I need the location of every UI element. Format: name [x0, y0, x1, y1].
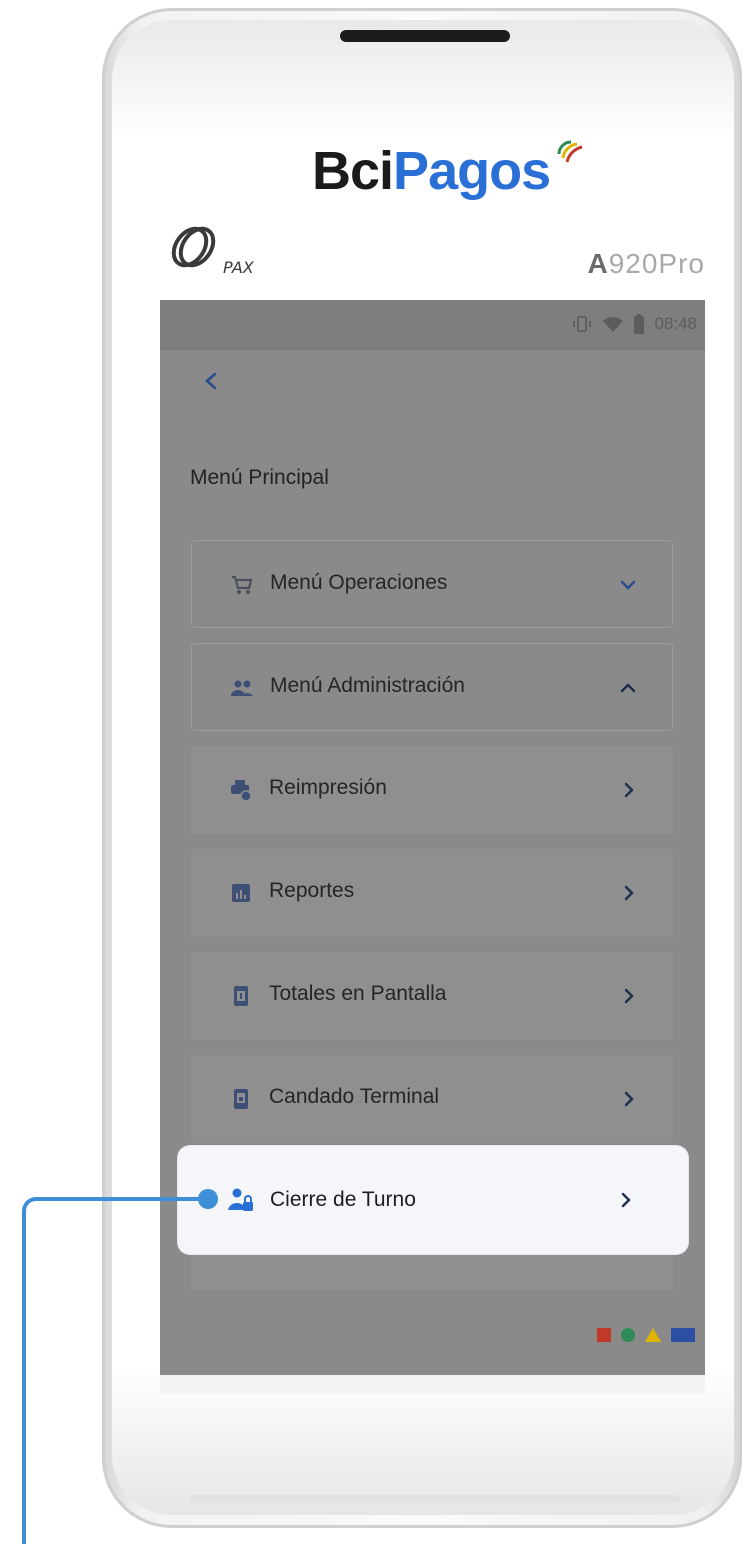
chevron-right-icon [624, 885, 634, 901]
menu-administracion-item[interactable]: Menú Administración [191, 643, 673, 731]
menu-item-label: Totales en Pantalla [269, 982, 447, 1005]
reimpresion-item[interactable]: Reimpresión [191, 746, 673, 834]
list-item [191, 1250, 673, 1290]
device-bottom-edge [190, 1495, 680, 1503]
vibrate-icon [573, 316, 592, 332]
brand-text-bci: Bci [312, 141, 394, 201]
chevron-down-icon [620, 580, 636, 590]
users-icon [231, 680, 253, 696]
printer-icon [231, 780, 252, 802]
bcipagos-logo: BciPagos [312, 140, 551, 202]
signal-wave-icon [557, 140, 583, 163]
screen-bottom-bezel [160, 1375, 705, 1393]
pax-logo: PAX [171, 226, 255, 277]
user-lock-icon [228, 1188, 253, 1211]
chart-icon [232, 884, 250, 902]
yellow-triangle-icon [645, 1328, 661, 1342]
page-title: Menú Principal [190, 466, 329, 489]
callout-pointer-dot [198, 1189, 218, 1209]
menu-item-label: Cierre de Turno [270, 1188, 416, 1211]
brand-shapes [597, 1328, 695, 1342]
battery-icon [634, 314, 645, 334]
chevron-right-icon [624, 988, 634, 1004]
status-bar: 08:48 [160, 300, 705, 350]
device-model: A920Pro [587, 248, 705, 279]
menu-item-label: Candado Terminal [269, 1085, 440, 1108]
status-time: 08:48 [654, 314, 697, 333]
lock-device-icon [234, 1089, 248, 1109]
cart-icon [232, 575, 253, 594]
blue-rectangle-icon [671, 1328, 695, 1342]
menu-item-label: Menú Operaciones [270, 571, 448, 594]
callout-pointer-line [22, 1211, 26, 1544]
chevron-right-icon [624, 1091, 634, 1107]
menu-item-label: Reimpresión [269, 776, 387, 799]
menu-operaciones-item[interactable]: Menú Operaciones [191, 540, 673, 628]
svg-text:PAX: PAX [223, 258, 255, 277]
menu-item-label: Menú Administración [270, 674, 465, 697]
reportes-item[interactable]: Reportes [191, 849, 673, 937]
back-button[interactable] [196, 366, 226, 396]
cierre-de-turno-item[interactable]: Cierre de Turno [178, 1146, 688, 1254]
totales-en-pantalla-item[interactable]: Totales en Pantalla [191, 952, 673, 1040]
callout-pointer-line [36, 1197, 206, 1201]
chevron-right-icon [624, 782, 634, 798]
wifi-icon [603, 317, 624, 332]
candado-terminal-item[interactable]: Candado Terminal [191, 1055, 673, 1143]
red-square-icon [597, 1328, 611, 1342]
menu-item-label: Reportes [269, 879, 355, 902]
chevron-up-icon [620, 683, 636, 693]
money-icon [234, 986, 248, 1006]
brand-text-pagos: Pagos [393, 141, 551, 201]
green-circle-icon [621, 1328, 635, 1342]
chevron-right-icon [621, 1192, 631, 1208]
speaker-slot [340, 30, 510, 42]
